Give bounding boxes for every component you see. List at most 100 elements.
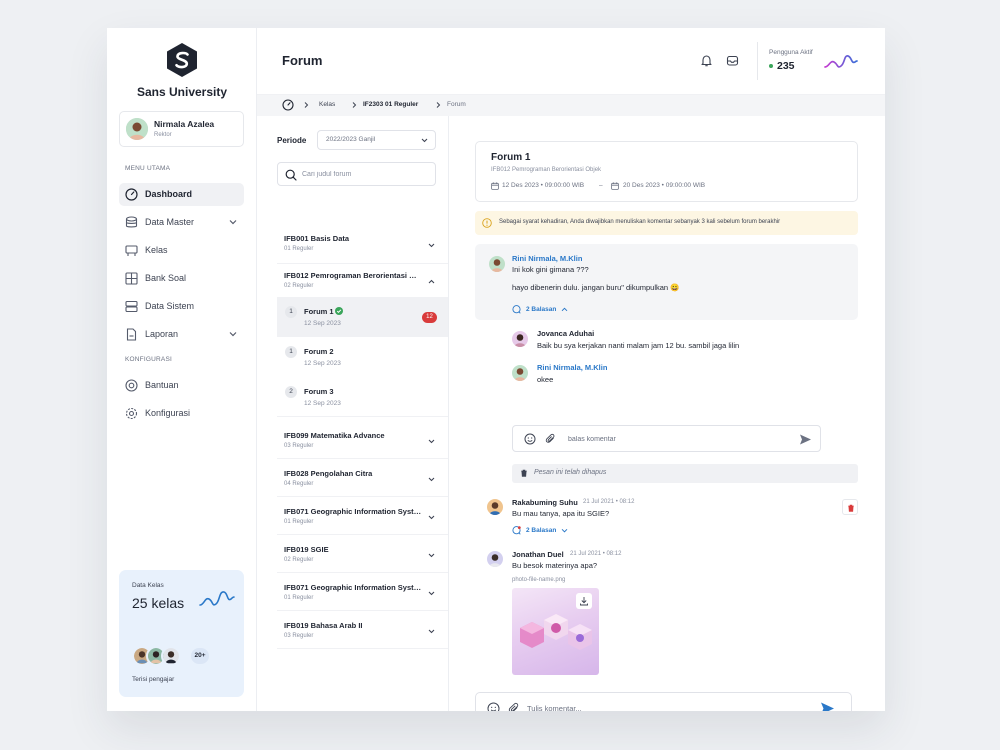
dashboard-icon[interactable]: [282, 99, 294, 111]
header-divider: [757, 42, 758, 80]
comment-author[interactable]: Rini Nirmala, M.Klin: [537, 363, 607, 372]
comment-input[interactable]: [527, 702, 787, 711]
check-circle-icon: [335, 307, 343, 315]
chevron-down-icon: [428, 477, 435, 482]
reply-box[interactable]: [512, 425, 821, 452]
periode-select[interactable]: 2022/2023 Ganjil: [317, 130, 436, 150]
emoji-icon[interactable]: [487, 702, 500, 711]
chevron-down-icon: [229, 332, 237, 337]
course-class: 01 Reguler: [284, 246, 314, 252]
course-item[interactable]: IFB028 Pengolahan Citra 04 Reguler: [277, 459, 448, 497]
breadcrumb-current: Forum: [447, 101, 466, 108]
teacher-avatars: 20+: [132, 646, 212, 666]
calendar-icon: [491, 182, 499, 190]
breadcrumb-item[interactable]: IF2303 01 Reguler: [363, 101, 418, 108]
delete-comment-button[interactable]: [842, 499, 858, 515]
forum-date: 12 Sep 2023: [304, 320, 341, 327]
kelas-card-value: 25 kelas: [132, 595, 185, 611]
course-item[interactable]: IFB071 Geographic Information System 01 …: [277, 573, 448, 611]
nav-kelas[interactable]: Kelas: [119, 239, 244, 262]
grid-icon: [125, 272, 138, 285]
forum-title: Forum 3: [304, 387, 334, 396]
attendance-notice: Sebagai syarat kehadiran, Anda diwajibka…: [475, 211, 858, 235]
forum-item[interactable]: 2 Forum 3 12 Sep 2023: [277, 377, 448, 417]
nav-bank-soal[interactable]: Bank Soal: [119, 267, 244, 290]
comment-author[interactable]: Rini Nirmala, M.Klin: [512, 254, 582, 263]
chat-bubble-icon: [512, 526, 521, 535]
bell-icon[interactable]: [700, 54, 713, 67]
forum-item[interactable]: 1 Forum 2 12 Sep 2023: [277, 337, 448, 377]
active-users-value: 235: [777, 60, 795, 72]
course-item[interactable]: IFB019 SGIE 02 Reguler: [277, 535, 448, 573]
course-class: 03 Reguler: [284, 443, 314, 449]
sidebar: Sans University Nirmala Azalea Rektor ME…: [107, 28, 257, 711]
nav-data-master[interactable]: Data Master: [119, 211, 244, 234]
nav-label: Data Master: [145, 217, 195, 227]
send-icon[interactable]: [799, 433, 812, 446]
course-item[interactable]: IFB001 Basis Data 01 Reguler: [277, 226, 448, 264]
course-item[interactable]: IFB099 Matematika Advance 03 Reguler: [277, 421, 448, 459]
user-card[interactable]: Nirmala Azalea Rektor: [119, 111, 244, 147]
download-icon: [580, 597, 588, 606]
emoji-icon[interactable]: [524, 433, 536, 445]
chevron-down-icon: [428, 439, 435, 444]
forum-title: Forum 2: [304, 347, 334, 356]
comment-text: Bu besok materinya apa?: [512, 561, 598, 570]
nav-konfigurasi[interactable]: Konfigurasi: [119, 402, 244, 425]
inbox-icon[interactable]: [726, 54, 739, 67]
comment-text: Bu mau tanya, apa itu SGIE?: [512, 509, 610, 518]
reply-input[interactable]: [568, 433, 788, 445]
forum-search[interactable]: [277, 162, 436, 186]
course-item[interactable]: IFB071 Geographic Information System 01 …: [277, 497, 448, 535]
database-icon: [125, 216, 138, 228]
chat-bubble-icon: [512, 305, 521, 314]
image-attachment[interactable]: [512, 588, 599, 675]
chevron-down-icon[interactable]: [560, 526, 569, 535]
forum-detail-panel: Forum 1 IFB012 Pemrograman Berorientasi …: [449, 116, 885, 711]
nav-data-sistem[interactable]: Data Sistem: [119, 295, 244, 318]
kelas-summary-card[interactable]: Data Kelas 25 kelas 20+ Terisi pengajar: [119, 570, 244, 697]
attachment-icon[interactable]: [545, 433, 557, 445]
comment-author[interactable]: Jovanca Aduhai: [537, 329, 594, 338]
comment-author[interactable]: Rakabuming Suhu: [512, 498, 578, 507]
server-icon: [125, 300, 138, 313]
comment-composer[interactable]: [475, 692, 852, 711]
chevron-up-icon[interactable]: [560, 305, 569, 314]
chevron-up-icon: [428, 279, 435, 284]
avatar: [489, 256, 505, 272]
attachment-filename: photo-file-name.png: [512, 577, 566, 583]
replies-toggle[interactable]: 2 Balasan: [526, 527, 556, 534]
page-title: Forum: [282, 53, 323, 68]
forum-item[interactable]: 1 Forum 1 12 Sep 2023 12: [277, 297, 448, 337]
user-name: Nirmala Azalea: [154, 119, 215, 129]
app-window: Sans University Nirmala Azalea Rektor ME…: [107, 28, 885, 711]
send-icon[interactable]: [820, 701, 835, 711]
kelas-card-footer: Terisi pengajar: [132, 676, 175, 683]
brand-name: Sans University: [136, 85, 228, 99]
nav-label: Laporan: [145, 329, 179, 339]
breadcrumb-item[interactable]: Kelas: [319, 101, 335, 108]
dashboard-icon: [125, 188, 138, 201]
forum-info-card: Forum 1 IFB012 Pemrograman Berorientasi …: [475, 141, 858, 202]
attachment-icon[interactable]: [508, 702, 521, 711]
course-title: IFB012 Pemrograman Berorientasi Objek: [284, 271, 422, 280]
forum-number: 1: [285, 346, 297, 358]
nav-label: Konfigurasi: [145, 408, 191, 418]
comment-thread: Rini Nirmala, M.Klin Ini kok gini gimana…: [475, 244, 858, 320]
nav-bantuan[interactable]: Bantuan: [119, 374, 244, 397]
nav-dashboard[interactable]: Dashboard: [119, 183, 244, 206]
search-input[interactable]: [302, 168, 430, 181]
info-icon: [482, 218, 492, 228]
nav-laporan[interactable]: Laporan: [119, 323, 244, 346]
download-button[interactable]: [576, 593, 592, 609]
course-item-expanded[interactable]: IFB012 Pemrograman Berorientasi Objek 02…: [277, 264, 448, 297]
course-item[interactable]: IFB019 Bahasa Arab II 03 Reguler: [277, 611, 448, 649]
replies-toggle[interactable]: 2 Balasan: [526, 306, 556, 313]
course-class: 01 Reguler: [284, 595, 314, 601]
avatar: [487, 551, 503, 567]
deleted-text: Pesan ini telah dihapus: [534, 469, 607, 476]
comment-author[interactable]: Jonathan Duel: [512, 550, 564, 559]
trash-icon: [521, 469, 527, 477]
top-header: Forum Pengguna Aktif 235: [257, 28, 885, 95]
nav-label: Kelas: [145, 245, 168, 255]
